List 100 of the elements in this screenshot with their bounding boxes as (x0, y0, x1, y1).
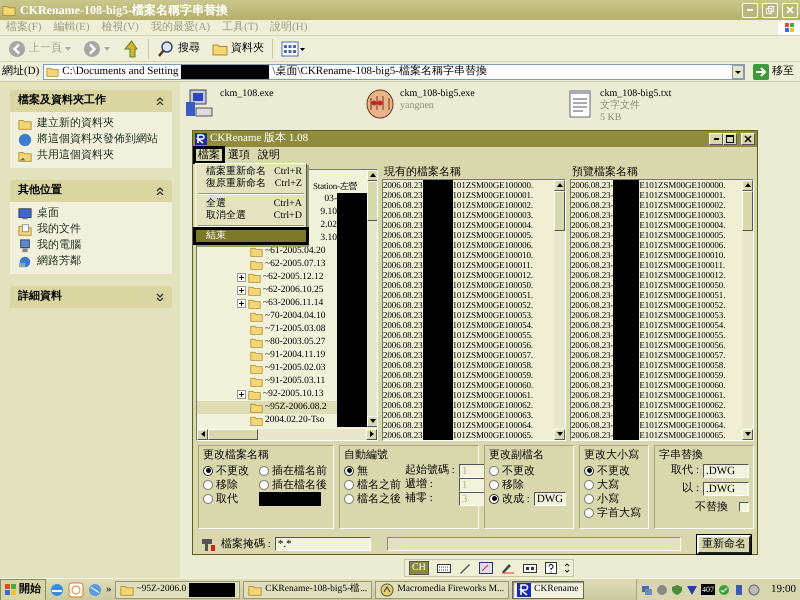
checkbox-option[interactable]: 不替換 (659, 500, 749, 514)
collapse-chevron-icon[interactable] (156, 97, 164, 105)
pad-icon[interactable] (522, 562, 537, 574)
tree-item[interactable]: ~80-2003.05.27 (197, 336, 337, 349)
tree-item[interactable]: ~91-2004.11.19 (197, 348, 337, 362)
tablet-icon[interactable] (478, 562, 493, 574)
rename-button[interactable]: 重新命名 (697, 534, 751, 554)
panel-header[interactable]: 檔案及資料夾工作 (10, 90, 172, 112)
radio-button[interactable] (344, 480, 354, 490)
taskbar-button[interactable]: ~95Z-2006.0 (114, 580, 240, 598)
go-button[interactable]: 移至 (749, 62, 798, 80)
scroll-thumb[interactable] (554, 190, 565, 231)
task-link[interactable]: 我的電腦 (18, 239, 164, 253)
radio-button[interactable] (489, 480, 499, 490)
menu-item[interactable]: 檔案 (195, 148, 223, 162)
file-name[interactable]: ckm_108.exe (220, 88, 274, 100)
taskbar-button[interactable]: CKRename-108-big5-檔... (243, 580, 372, 598)
radio-button[interactable] (584, 494, 594, 504)
handwriting-icon[interactable] (500, 562, 515, 574)
tree-item-label[interactable]: 2.02 (320, 219, 337, 232)
scroll-thumb[interactable] (742, 190, 753, 231)
task-link[interactable]: 將這個資料夾發佈到網站 (18, 133, 164, 147)
scroll-down-button[interactable] (367, 416, 377, 427)
clock-icon[interactable] (68, 582, 84, 598)
maximize-button[interactable] (723, 132, 737, 145)
menu-option[interactable]: 復原重新命名 Ctrl+Z (196, 178, 306, 190)
scroll-up-button[interactable] (554, 180, 565, 191)
tree-item[interactable]: ~70-2004.04.10 (197, 310, 337, 323)
start-button[interactable]: 開始 (0, 578, 46, 600)
address-field[interactable]: C:\Documents and Setting \桌面\CKRename-108-big5-檔案名稱字串替換 (43, 64, 745, 80)
options-icon[interactable] (564, 562, 569, 574)
text-field[interactable]: DWG (534, 492, 566, 506)
expand-toggle[interactable] (237, 390, 246, 399)
tree-item[interactable]: ~92-2005.10.13 (197, 388, 337, 401)
tree-item[interactable]: ~62-2005.12.12 (197, 270, 337, 284)
expand-toggle[interactable] (237, 286, 246, 295)
expand-toggle[interactable] (237, 298, 246, 308)
tree-item-label[interactable]: Station-左營 (313, 180, 358, 192)
tree-item[interactable]: ~91-2005.03.11 (197, 374, 337, 388)
radio-button[interactable] (584, 508, 594, 518)
menu-option[interactable]: 結束 (196, 230, 306, 242)
panel-header[interactable]: 其他位置 (10, 180, 172, 202)
taskbar-button[interactable]: Macromedia Fireworks M... (375, 580, 510, 598)
taskbar-button[interactable]: CKRename (512, 580, 584, 598)
task-link[interactable]: 桌面 (18, 207, 164, 221)
pen-icon[interactable] (458, 562, 471, 574)
scroll-thumb[interactable] (208, 428, 258, 440)
tree-item-label[interactable]: 03- (324, 193, 337, 206)
tree-item[interactable]: ~61-2005.04.20 (197, 244, 337, 258)
language-button[interactable]: CH (409, 561, 429, 575)
radio-button[interactable] (259, 480, 269, 490)
panel-header[interactable]: 詳細資料 (10, 286, 172, 308)
radio-button[interactable] (203, 480, 213, 490)
task-link[interactable]: 網路芳鄰 (18, 255, 164, 269)
folders-button[interactable]: 資料夾 (208, 40, 268, 58)
close-button[interactable] (741, 132, 755, 145)
radio-button[interactable] (489, 494, 499, 504)
menu-option[interactable]: 檔案重新命名 Ctrl+R (196, 166, 306, 178)
radio-button[interactable] (203, 494, 213, 504)
file-name[interactable]: ckm_108-big5.exe (400, 88, 475, 100)
file-name[interactable]: ckm_108-big5.txt (600, 88, 672, 100)
menu-option[interactable]: 全選 Ctrl+A (196, 198, 306, 210)
scroll-up-button[interactable] (742, 180, 753, 191)
collapse-chevron-icon[interactable] (156, 187, 164, 195)
expand-chevron-icon[interactable] (156, 293, 164, 301)
scroll-left-button[interactable] (197, 428, 208, 440)
tree-item[interactable]: 2004.02.20-Tso (197, 414, 337, 427)
tree-item-label[interactable]: 3.10 (320, 232, 337, 244)
text-field[interactable]: *.* (274, 537, 371, 552)
radio-button[interactable] (344, 494, 354, 504)
radio-button[interactable] (203, 466, 213, 476)
menu-item[interactable]: 說明 (255, 148, 283, 162)
scroll-down-button[interactable] (554, 428, 565, 440)
radio-button[interactable] (584, 480, 594, 490)
text-field[interactable]: .DWG (703, 464, 749, 478)
tree-item[interactable]: ~91-2005.02.03 (197, 362, 337, 375)
tree-item[interactable]: ~95Z-2006.08.2 (197, 400, 337, 414)
text-field[interactable]: .DWG (703, 482, 749, 496)
radio-button[interactable] (259, 466, 269, 476)
scroll-up-button[interactable] (367, 170, 377, 181)
radio-button[interactable] (489, 466, 499, 476)
keyboard-icon[interactable] (436, 562, 451, 574)
scroll-thumb[interactable] (367, 180, 377, 221)
radio-button[interactable] (344, 466, 354, 476)
menu-item[interactable]: 選項 (225, 148, 253, 162)
scroll-right-button[interactable] (366, 428, 377, 440)
help-icon[interactable] (544, 562, 557, 574)
task-link[interactable]: 共用這個資料夾 (18, 149, 164, 163)
tree-item[interactable]: ~71-2005.03.08 (197, 322, 337, 336)
menu-option[interactable]: 取消全選 Ctrl+D (196, 210, 306, 222)
radio-button[interactable] (584, 466, 594, 476)
scroll-down-button[interactable] (742, 428, 753, 440)
expand-toggle[interactable] (237, 272, 246, 282)
task-link[interactable]: 建立新的資料夾 (18, 117, 164, 131)
more-button[interactable]: » (106, 582, 112, 596)
tree-item[interactable]: ~63-2006.11.14 (197, 296, 337, 310)
tree-item[interactable]: ~62-2005.07.13 (197, 258, 337, 271)
search-button[interactable]: 搜尋 (153, 38, 204, 58)
tree-item-label[interactable]: 9.10 (320, 206, 337, 218)
minimize-button[interactable] (709, 132, 723, 145)
